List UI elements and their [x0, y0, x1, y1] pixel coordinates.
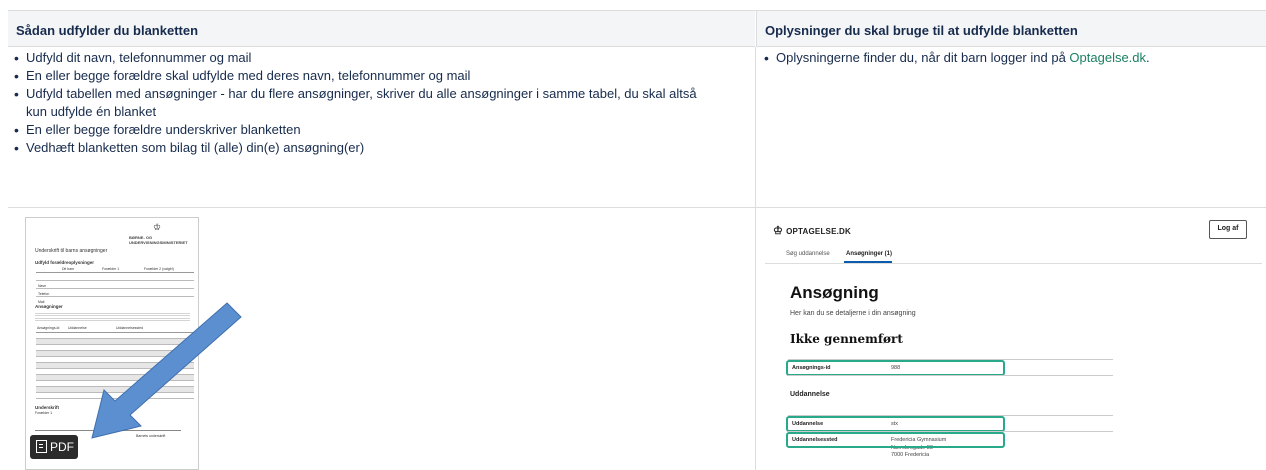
info-text: Oplysningerne finder du, når dit barn lo…: [776, 50, 1070, 65]
info-suffix: .: [1146, 50, 1150, 65]
column-divider: [755, 47, 756, 470]
tab-applications[interactable]: Ansøgninger (1): [846, 251, 892, 257]
optagelse-screenshot: ♔ OPTAGELSE.DK Log af Søg uddannelse Ansø…: [757, 213, 1262, 470]
row-divider: [788, 375, 1113, 376]
address-line: 7000 Fredericia: [891, 452, 930, 458]
logout-button[interactable]: Log af: [1209, 220, 1247, 239]
tab-search-education[interactable]: Søg uddannelse: [786, 251, 830, 257]
info-list: Oplysningerne finder du, når dit barn lo…: [762, 49, 1242, 67]
highlight-box: [786, 432, 1005, 448]
header-info-needed: Oplysninger du skal bruge til at udfylde…: [756, 11, 1266, 47]
status-heading: Ikke gennemført: [790, 332, 903, 346]
section-heading: Uddannelse: [790, 391, 830, 398]
arrow-icon: [91, 302, 242, 439]
nav-divider: [765, 263, 1262, 264]
page-subtitle: Her kan du se detaljerne i din ansøgning: [790, 310, 916, 317]
highlight-box: [786, 416, 1005, 432]
list-item: Oplysningerne finder du, når dit barn lo…: [762, 49, 1242, 67]
optagelse-logo: ♔ OPTAGELSE.DK: [773, 224, 851, 237]
crown-icon: ♔: [773, 225, 784, 237]
highlight-box: [786, 360, 1005, 376]
optagelse-link[interactable]: Optagelse.dk: [1069, 50, 1146, 65]
optagelse-logo-text: OPTAGELSE.DK: [786, 227, 851, 236]
page-title: Ansøgning: [790, 283, 879, 302]
